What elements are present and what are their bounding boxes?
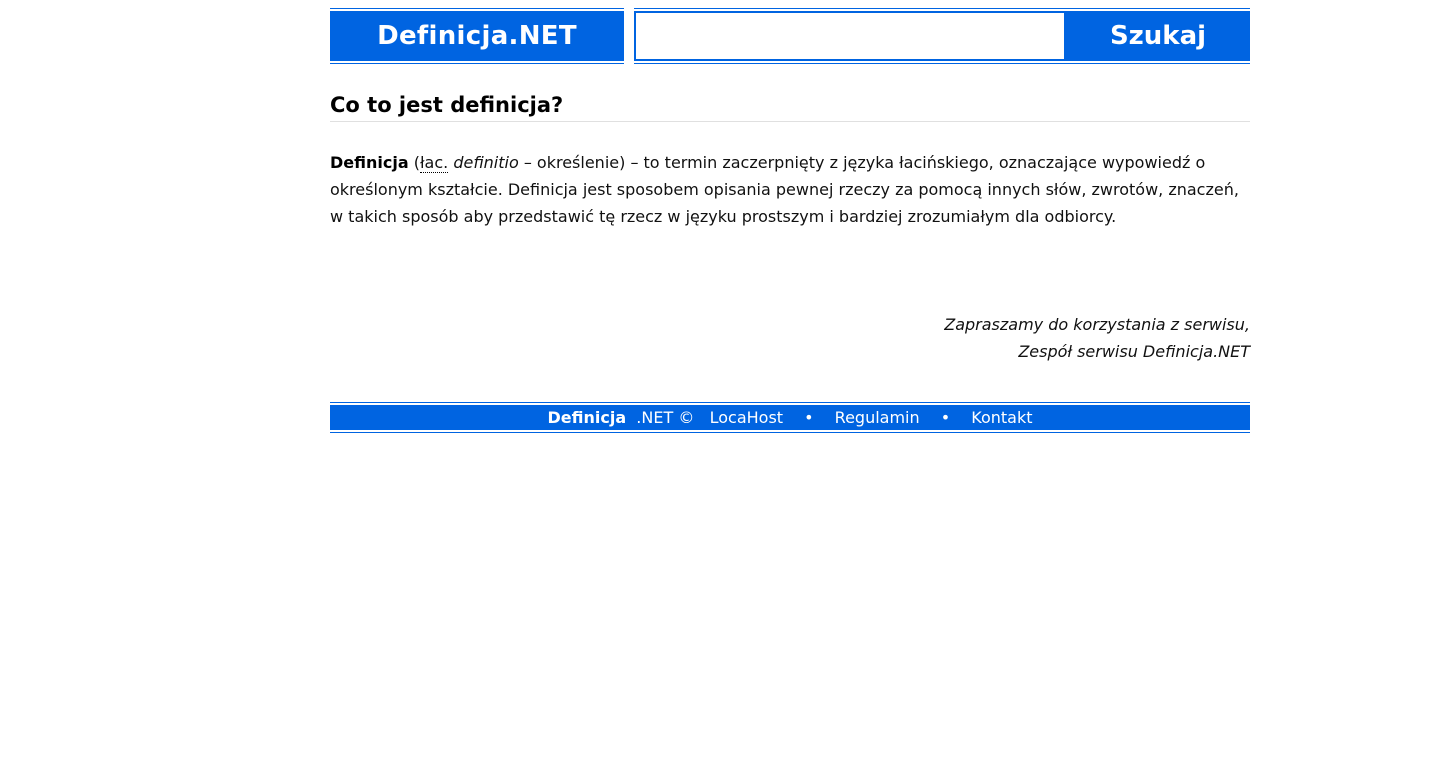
definition-text: Definicja (łac. definitio – określenie) … [330, 149, 1250, 230]
page-container: Definicja.NET Szukaj Co to jest definicj… [330, 0, 1250, 433]
footer-brand[interactable]: Definicja [547, 408, 626, 427]
term: Definicja [330, 153, 409, 172]
footer-link-kontakt[interactable]: Kontakt [971, 408, 1032, 427]
footer-bar: Definicja .NET © LocaHost • Regulamin • … [330, 405, 1250, 430]
footer-link-locahost[interactable]: LocaHost [710, 408, 783, 427]
site-logo[interactable]: Definicja.NET [330, 11, 624, 61]
footer: Definicja .NET © LocaHost • Regulamin • … [330, 402, 1250, 433]
search-button[interactable]: Szukaj [1066, 11, 1250, 61]
footer-suffix: .NET © [636, 408, 695, 427]
signature-line-1: Zapraszamy do korzystania z serwisu, [944, 315, 1250, 334]
footer-separator: • [940, 408, 951, 427]
signature: Zapraszamy do korzystania z serwisu, Zes… [944, 311, 1250, 365]
footer-link-regulamin[interactable]: Regulamin [835, 408, 920, 427]
footer-separator: • [804, 408, 814, 427]
search-input[interactable] [634, 11, 1066, 61]
page-title: Co to jest definicja? [330, 92, 1250, 122]
logo-frame: Definicja.NET [330, 8, 624, 64]
abbr-lac: łac. [419, 153, 449, 173]
signature-line-2: Zespół serwisu Definicja.NET [1018, 342, 1250, 361]
header: Definicja.NET Szukaj [330, 0, 1250, 66]
search-form: Szukaj [634, 8, 1250, 64]
latin-term: definitio [453, 153, 519, 172]
